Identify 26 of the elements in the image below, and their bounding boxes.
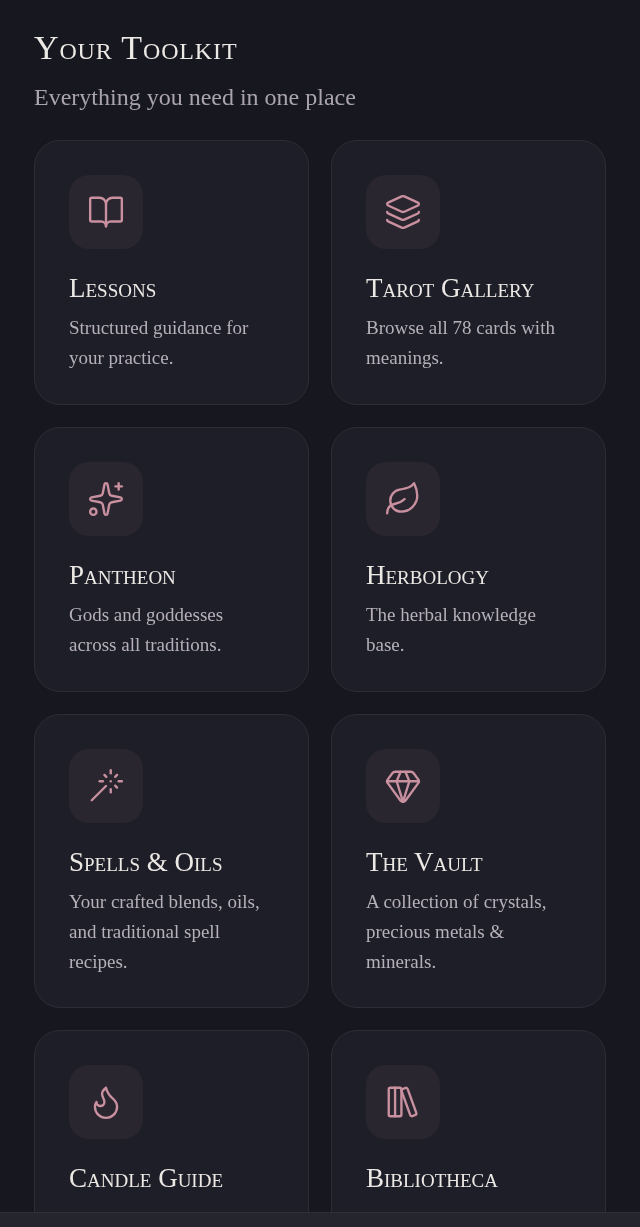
card-description: A collection of crystals, precious metals & minerals. (366, 890, 548, 974)
card-title: Tarot Gallery (366, 272, 536, 304)
card-title: Lessons (69, 272, 158, 304)
card-title: The Vault (366, 846, 484, 878)
section-title: Your Toolkit (34, 28, 239, 68)
sparkles-icon (87, 480, 125, 518)
layers-icon (384, 193, 422, 231)
toolkit-card[interactable]: Herbology The herbal knowledge base. (331, 427, 606, 692)
card-description: Gods and goddesses across all traditions. (69, 603, 225, 657)
card-title: Pantheon (69, 559, 177, 591)
card-description: Structured guidance for your practice. (69, 316, 250, 370)
card-title: Bibliotheca (366, 1162, 499, 1194)
toolkit-card[interactable]: Pantheon Gods and goddesses across all traditions. (34, 427, 309, 692)
section-subtitle: Everything you need in one place (34, 83, 357, 112)
toolkit-card[interactable]: Tarot Gallery Browse all 78 cards with meanings. (331, 140, 606, 405)
card-description: Your crafted blends, oils, and traditional spell recipes. (69, 890, 261, 974)
toolkit-card[interactable]: Bibliotheca (331, 1030, 606, 1212)
card-title: Spells & Oils (69, 846, 224, 878)
card-title: Herbology (366, 559, 490, 591)
card-description: Browse all 78 cards with meanings. (366, 316, 556, 370)
toolkit-card[interactable]: Spells & Oils Your crafted blends, oils, and traditional spell recipes. (34, 714, 309, 1008)
toolkit-card[interactable]: Lessons Structured guidance for your practice. (34, 140, 309, 405)
toolkit-card[interactable]: Candle Guide (34, 1030, 309, 1212)
card-description: The herbal knowledge base. (366, 603, 537, 657)
card-title: Candle Guide (69, 1162, 224, 1194)
toolkit-card[interactable]: The Vault A collection of crystals, precious metals & minerals. (331, 714, 606, 1008)
